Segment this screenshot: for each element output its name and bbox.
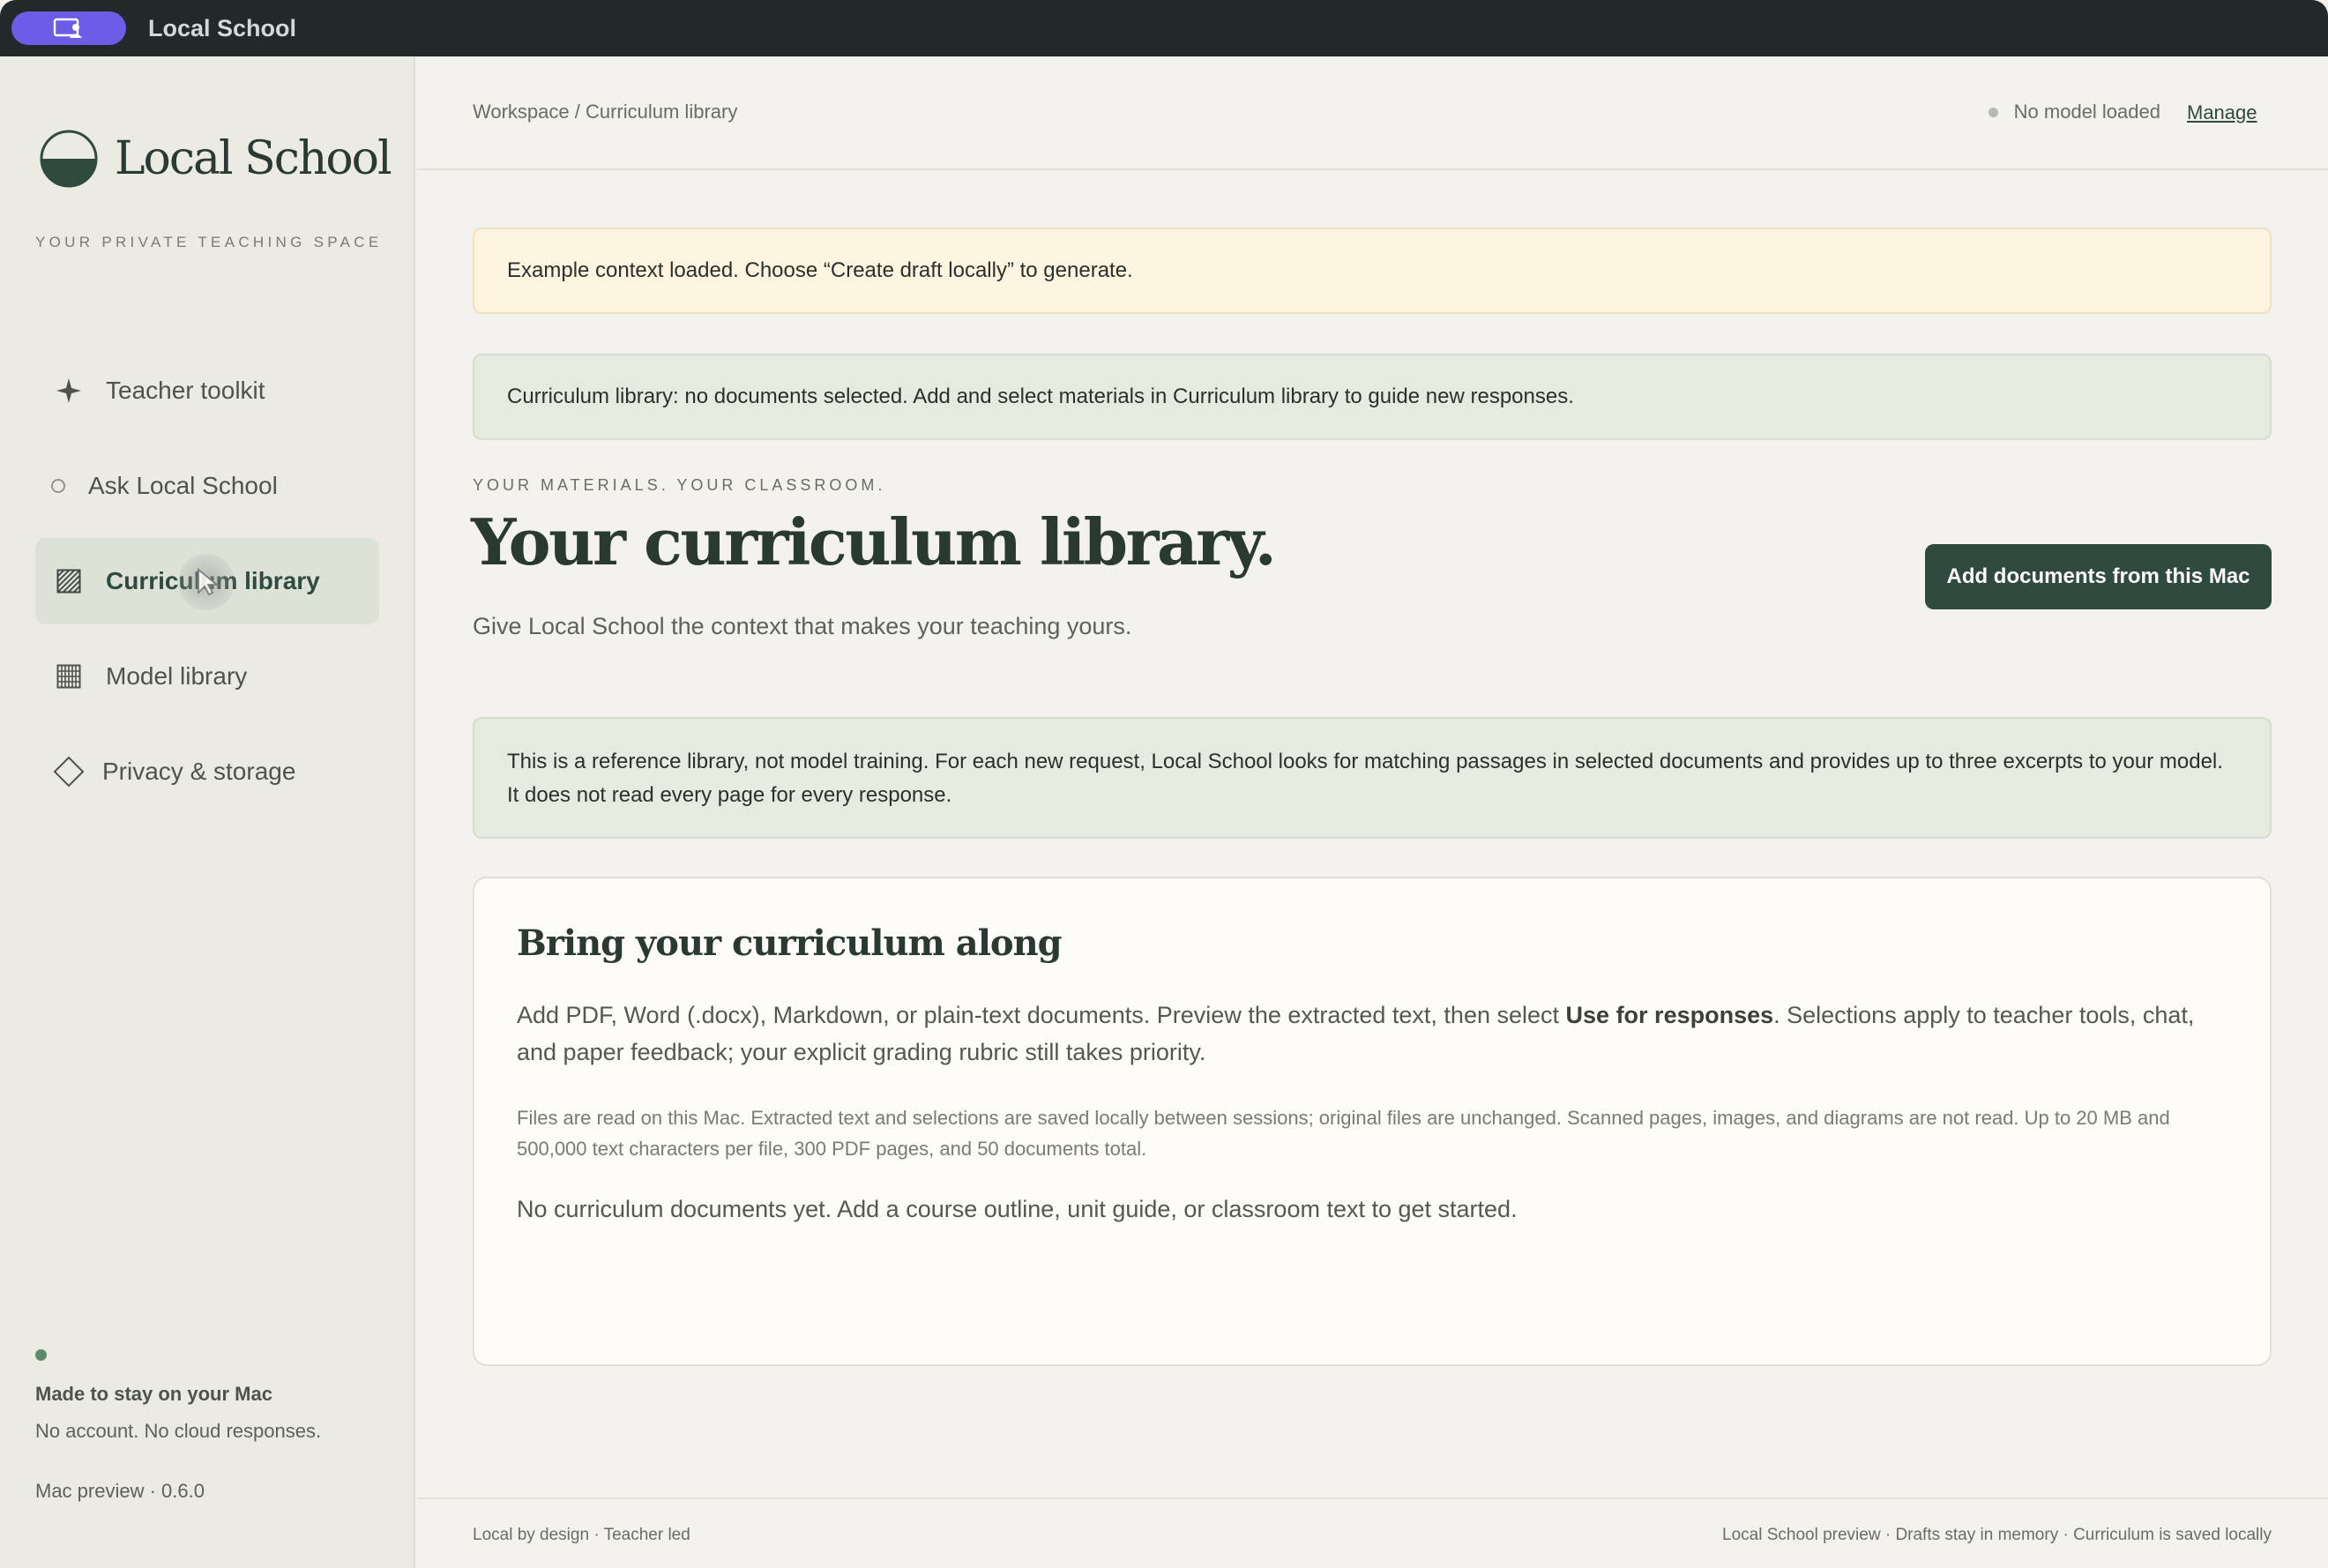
sidebar-item-curriculum-library[interactable]: Curriculum library xyxy=(35,538,379,624)
page-subtitle: Give Local School the context that makes… xyxy=(473,613,1132,639)
sidebar-item-label: Privacy & storage xyxy=(102,758,296,785)
model-status-text: No model loaded xyxy=(2013,101,2160,123)
main-content: Workspace / Curriculum library No model … xyxy=(417,56,2328,1568)
example-context-banner: Example context loaded. Choose “Create d… xyxy=(473,228,2272,314)
sidebar-item-label: Model library xyxy=(106,662,248,690)
use-for-responses-label: Use for responses xyxy=(1565,1002,1774,1028)
sidebar-footer-subtext: No account. No cloud responses. xyxy=(35,1420,322,1442)
model-status-dot xyxy=(1988,107,1998,117)
breadcrumb: Workspace / Curriculum library xyxy=(473,101,738,123)
sparkle-icon xyxy=(51,377,86,404)
brand-name: Local School xyxy=(115,132,392,185)
card-title: Bring your curriculum along xyxy=(517,922,1063,964)
manage-link[interactable]: Manage xyxy=(2187,101,2257,124)
sidebar-footer-heading: Made to stay on your Mac xyxy=(35,1383,272,1405)
window-title: Local School xyxy=(148,14,297,41)
circle-icon xyxy=(41,477,76,495)
brand-tagline: YOUR PRIVATE TEACHING SPACE xyxy=(35,234,383,250)
brand: Local School xyxy=(39,129,392,189)
app-version: Mac preview · 0.6.0 xyxy=(35,1480,205,1502)
window-title-bar: Local School xyxy=(0,0,2328,56)
sidebar-item-label: Teacher toolkit xyxy=(106,377,265,404)
reference-library-note: This is a reference library, not model t… xyxy=(473,717,2272,839)
sidebar-footer: Made to stay on your Mac No account. No … xyxy=(35,1349,321,1503)
hatched-square-icon xyxy=(51,569,86,594)
sidebar-item-teacher-toolkit[interactable]: Teacher toolkit xyxy=(35,347,379,434)
top-bar: Workspace / Curriculum library No model … xyxy=(417,56,2328,170)
footer-right-text: Local School preview · Drafts stay in me… xyxy=(1722,1526,2272,1544)
card-fine-print: Files are read on this Mac. Extracted te… xyxy=(517,1107,2170,1160)
sidebar: Local School YOUR PRIVATE TEACHING SPACE… xyxy=(0,56,415,1568)
add-documents-button[interactable]: Add documents from this Mac xyxy=(1925,544,2272,609)
app-switcher-pill[interactable] xyxy=(11,11,126,45)
footer-left-text: Local by design · Teacher led xyxy=(473,1526,690,1544)
model-status: No model loaded xyxy=(1988,101,2160,123)
sidebar-item-ask-local-school[interactable]: Ask Local School xyxy=(35,443,379,529)
sidebar-item-privacy-storage[interactable]: Privacy & storage xyxy=(35,728,379,815)
no-documents-banner: Curriculum library: no documents selecte… xyxy=(473,354,2272,440)
empty-state-text: No curriculum documents yet. Add a cours… xyxy=(517,1196,1518,1222)
local-status-dot xyxy=(35,1349,47,1361)
page-footer: Local by design · Teacher led Local Scho… xyxy=(417,1497,2328,1568)
sidebar-item-model-library[interactable]: Model library xyxy=(35,633,379,720)
curriculum-empty-card: Bring your curriculum along Add PDF, Wor… xyxy=(473,877,2272,1366)
presentation-user-icon xyxy=(53,18,82,38)
card-body-text: Add PDF, Word (.docx), Markdown, or plai… xyxy=(517,1002,1566,1028)
page-title: Your curriculum library. xyxy=(471,504,1277,579)
card-body: Add PDF, Word (.docx), Markdown, or plai… xyxy=(517,997,2231,1071)
diamond-icon xyxy=(51,756,86,788)
half-circle-logo-icon xyxy=(40,130,98,188)
grid-square-icon xyxy=(51,664,86,689)
sidebar-nav: Teacher toolkit Ask Local School Curricu… xyxy=(35,347,379,824)
sidebar-item-label: Ask Local School xyxy=(88,472,278,499)
section-eyebrow: YOUR MATERIALS. YOUR CLASSROOM. xyxy=(473,476,886,494)
mouse-cursor-icon xyxy=(198,568,220,596)
